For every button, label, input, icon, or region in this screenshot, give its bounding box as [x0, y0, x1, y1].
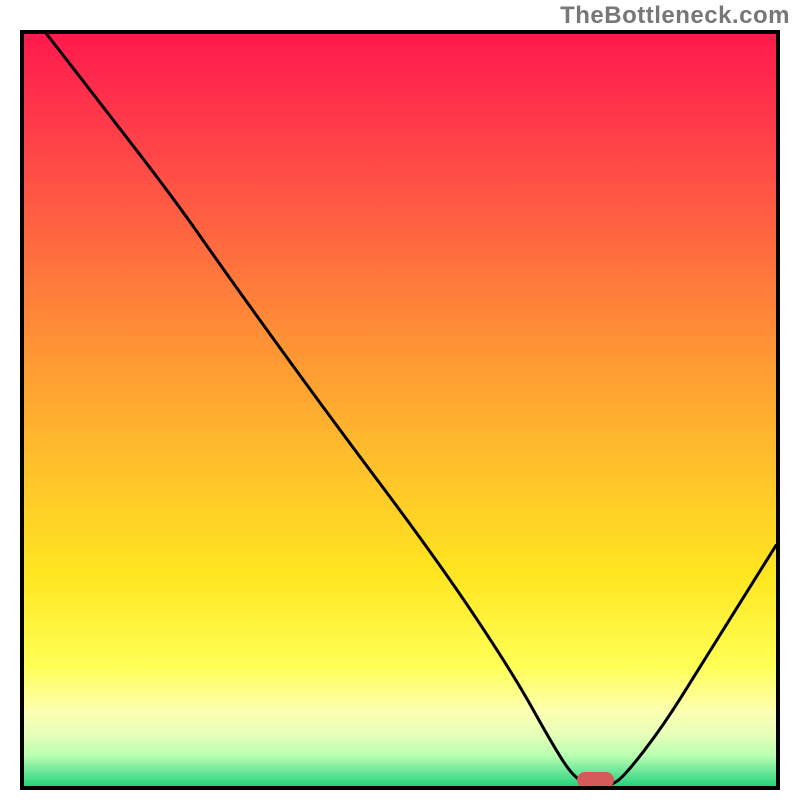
bottleneck-curve	[24, 34, 776, 786]
watermark-text: TheBottleneck.com	[560, 2, 790, 30]
chart-plot-area	[20, 30, 780, 790]
optimal-marker	[577, 772, 615, 788]
